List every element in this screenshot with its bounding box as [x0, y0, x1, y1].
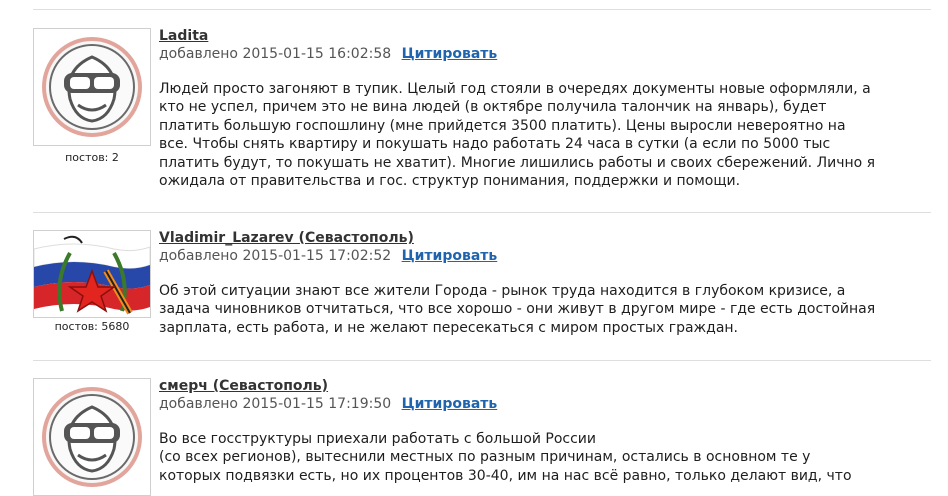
post-timestamp: 2015-01-15 16:02:58: [242, 46, 392, 62]
post-timestamp: 2015-01-15 17:19:50: [242, 396, 392, 412]
post-meta: добавлено 2015-01-15 16:02:58 Цитировать: [159, 46, 497, 62]
goggles-face-icon: [42, 37, 142, 137]
post-count: постов: 2: [65, 151, 119, 164]
post-divider: [33, 9, 931, 10]
flag-star-emblem-icon: [34, 231, 150, 317]
author-link[interactable]: смерч (Севастополь): [159, 378, 328, 394]
added-label: добавлено: [159, 46, 238, 62]
added-label: добавлено: [159, 248, 238, 264]
post-divider: [33, 212, 931, 213]
avatar: [33, 28, 151, 146]
author-link[interactable]: Vladimir_Lazarev (Севастополь): [159, 230, 414, 246]
post-meta: добавлено 2015-01-15 17:02:52 Цитировать: [159, 248, 497, 264]
avatar: [33, 378, 151, 496]
post-count: постов: 5680: [54, 320, 130, 333]
post-body: Об этой ситуации знают все жители Города…: [159, 283, 876, 336]
author-link[interactable]: Ladita: [159, 28, 208, 44]
quote-link[interactable]: Цитировать: [402, 46, 498, 62]
avatar: [33, 230, 151, 318]
post-meta: добавлено 2015-01-15 17:19:50 Цитировать: [159, 396, 497, 412]
quote-link[interactable]: Цитировать: [402, 248, 498, 264]
added-label: добавлено: [159, 396, 238, 412]
post-divider: [33, 360, 931, 361]
goggles-face-icon: [42, 387, 142, 487]
post-timestamp: 2015-01-15 17:02:52: [242, 248, 392, 264]
post-body: Людей просто загоняют в тупик. Целый год…: [159, 81, 876, 190]
post-body: Во все госструктуры приехали работать с …: [159, 431, 852, 484]
quote-link[interactable]: Цитировать: [402, 396, 498, 412]
